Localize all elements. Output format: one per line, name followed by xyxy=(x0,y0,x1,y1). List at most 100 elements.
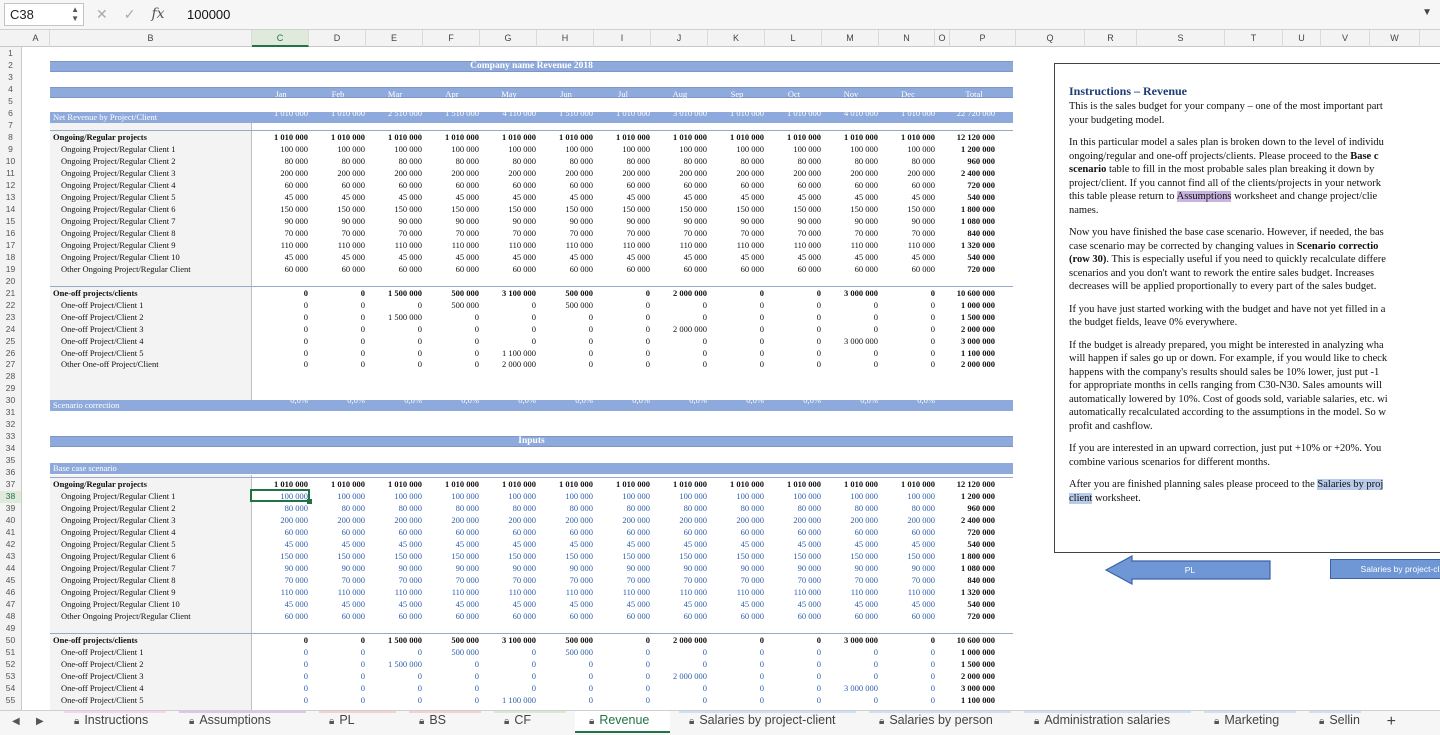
row-header[interactable]: 46 xyxy=(0,587,21,599)
row-header[interactable]: 37 xyxy=(0,479,21,491)
pl-back-arrow-button[interactable]: PL xyxy=(1104,555,1274,585)
column-header-g[interactable]: G xyxy=(480,30,537,47)
row-header[interactable]: 17 xyxy=(0,240,21,252)
column-header-l[interactable]: L xyxy=(765,30,822,47)
row-header[interactable]: 8 xyxy=(0,132,21,144)
row-header[interactable]: 50 xyxy=(0,635,21,647)
column-header-i[interactable]: I xyxy=(594,30,651,47)
row-header[interactable]: 43 xyxy=(0,551,21,563)
column-header-s[interactable]: S xyxy=(1137,30,1225,47)
row-header[interactable]: 20 xyxy=(0,276,21,288)
row-header[interactable]: 38 xyxy=(0,491,21,504)
row-header[interactable]: 7 xyxy=(0,120,21,132)
column-header-f[interactable]: F xyxy=(423,30,480,47)
row-header[interactable]: 24 xyxy=(0,324,21,336)
row-header[interactable]: 40 xyxy=(0,515,21,527)
column-header-e[interactable]: E xyxy=(366,30,423,47)
row-header[interactable]: 28 xyxy=(0,371,21,383)
row-header[interactable]: 6 xyxy=(0,108,21,120)
worksheet-grid[interactable]: Company name Revenue 2018 Jan Feb Mar Apr Ma… xyxy=(22,47,1440,710)
column-header-m[interactable]: M xyxy=(822,30,879,47)
sheet-tab[interactable]: 🔒︎ Administration salaries xyxy=(1020,711,1195,733)
column-header-r[interactable]: R xyxy=(1085,30,1137,47)
highlighted-link[interactable]: Salaries by proj xyxy=(1317,479,1384,490)
sheet-tab[interactable]: 🔒︎ Assumptions xyxy=(175,711,310,733)
sheet-tab[interactable]: 🔒︎ Sellin xyxy=(1305,711,1365,733)
row-header[interactable]: 5 xyxy=(0,96,21,108)
row-header[interactable]: 42 xyxy=(0,539,21,551)
cancel-icon[interactable]: ✕ xyxy=(96,6,108,23)
highlighted-link[interactable]: client xyxy=(1069,492,1093,504)
row-header[interactable]: 13 xyxy=(0,192,21,204)
row-header[interactable]: 14 xyxy=(0,204,21,216)
sheet-tab[interactable]: 🔒︎ Salaries by person xyxy=(865,711,1015,733)
column-header-t[interactable]: T xyxy=(1225,30,1283,47)
row-header[interactable]: 45 xyxy=(0,575,21,587)
column-header-o[interactable]: O xyxy=(935,30,950,47)
formula-input[interactable]: 100000 xyxy=(187,7,230,22)
column-header-j[interactable]: J xyxy=(651,30,708,47)
active-cell[interactable] xyxy=(250,489,312,505)
row-header[interactable]: 54 xyxy=(0,683,21,695)
column-header-p[interactable]: P xyxy=(950,30,1016,47)
row-header[interactable]: 23 xyxy=(0,312,21,324)
row-header[interactable]: 26 xyxy=(0,348,21,360)
row-header[interactable]: 33 xyxy=(0,431,21,443)
row-header[interactable]: 1 xyxy=(0,48,21,60)
row-header[interactable]: 34 xyxy=(0,443,21,455)
row-header[interactable]: 16 xyxy=(0,228,21,240)
sheet-tab[interactable]: 🔒︎ Salaries by project-client xyxy=(675,711,860,733)
column-header-v[interactable]: V xyxy=(1321,30,1370,47)
name-box-stepper-icon[interactable]: ▲ ▼ xyxy=(71,5,79,23)
row-header[interactable]: 12 xyxy=(0,180,21,192)
row-header[interactable]: 41 xyxy=(0,527,21,539)
column-header-c[interactable]: C xyxy=(252,30,309,47)
add-sheet-button[interactable]: + xyxy=(1387,713,1396,731)
confirm-icon[interactable]: ✓ xyxy=(124,6,136,23)
salaries-nav-button[interactable]: Salaries by project-cl xyxy=(1330,559,1440,579)
row-header[interactable]: 36 xyxy=(0,467,21,479)
row-header[interactable]: 35 xyxy=(0,455,21,467)
expand-formula-icon[interactable]: ▼ xyxy=(1422,7,1432,18)
row-header[interactable]: 44 xyxy=(0,563,21,575)
sheet-tab[interactable]: 🔒︎ CF xyxy=(490,711,570,733)
row-header[interactable]: 55 xyxy=(0,695,21,707)
sheet-tab[interactable]: 🔒︎ Revenue xyxy=(575,711,670,733)
prev-sheet-icon[interactable]: ◀ xyxy=(12,716,20,727)
row-header[interactable]: 21 xyxy=(0,288,21,300)
row-header[interactable]: 49 xyxy=(0,623,21,635)
row-header[interactable]: 30 xyxy=(0,395,21,407)
row-header[interactable]: 25 xyxy=(0,336,21,348)
row-header[interactable]: 47 xyxy=(0,599,21,611)
column-header-h[interactable]: H xyxy=(537,30,594,47)
row-header[interactable]: 52 xyxy=(0,659,21,671)
column-header-n[interactable]: N xyxy=(879,30,935,47)
row-header[interactable]: 19 xyxy=(0,264,21,276)
row-header[interactable]: 51 xyxy=(0,647,21,659)
row-header[interactable]: 18 xyxy=(0,252,21,264)
column-header-u[interactable]: U xyxy=(1283,30,1321,47)
row-header[interactable]: 29 xyxy=(0,383,21,395)
column-header-k[interactable]: K xyxy=(708,30,765,47)
row-header[interactable]: 4 xyxy=(0,84,21,96)
name-box[interactable]: C38 ▲ ▼ xyxy=(4,3,84,26)
row-header[interactable]: 9 xyxy=(0,144,21,156)
column-header-w[interactable]: W xyxy=(1370,30,1420,47)
sheet-tab[interactable]: 🔒︎ Instructions xyxy=(60,711,170,733)
row-header[interactable]: 15 xyxy=(0,216,21,228)
fx-icon[interactable]: fx xyxy=(151,6,164,23)
row-header[interactable]: 31 xyxy=(0,407,21,419)
sheet-tab[interactable]: 🔒︎ BS xyxy=(405,711,485,733)
row-header[interactable]: 3 xyxy=(0,72,21,84)
sheet-tab[interactable]: 🔒︎ PL xyxy=(315,711,400,733)
row-header[interactable]: 11 xyxy=(0,168,21,180)
column-header-a[interactable]: A xyxy=(22,30,50,47)
row-header[interactable]: 32 xyxy=(0,419,21,431)
row-header[interactable]: 48 xyxy=(0,611,21,623)
sheet-tab[interactable]: 🔒︎ Marketing xyxy=(1200,711,1300,733)
row-header[interactable]: 22 xyxy=(0,300,21,312)
next-sheet-icon[interactable]: ▶ xyxy=(36,716,44,727)
row-header[interactable]: 53 xyxy=(0,671,21,683)
row-header[interactable]: 27 xyxy=(0,359,21,371)
row-header[interactable]: 10 xyxy=(0,156,21,168)
